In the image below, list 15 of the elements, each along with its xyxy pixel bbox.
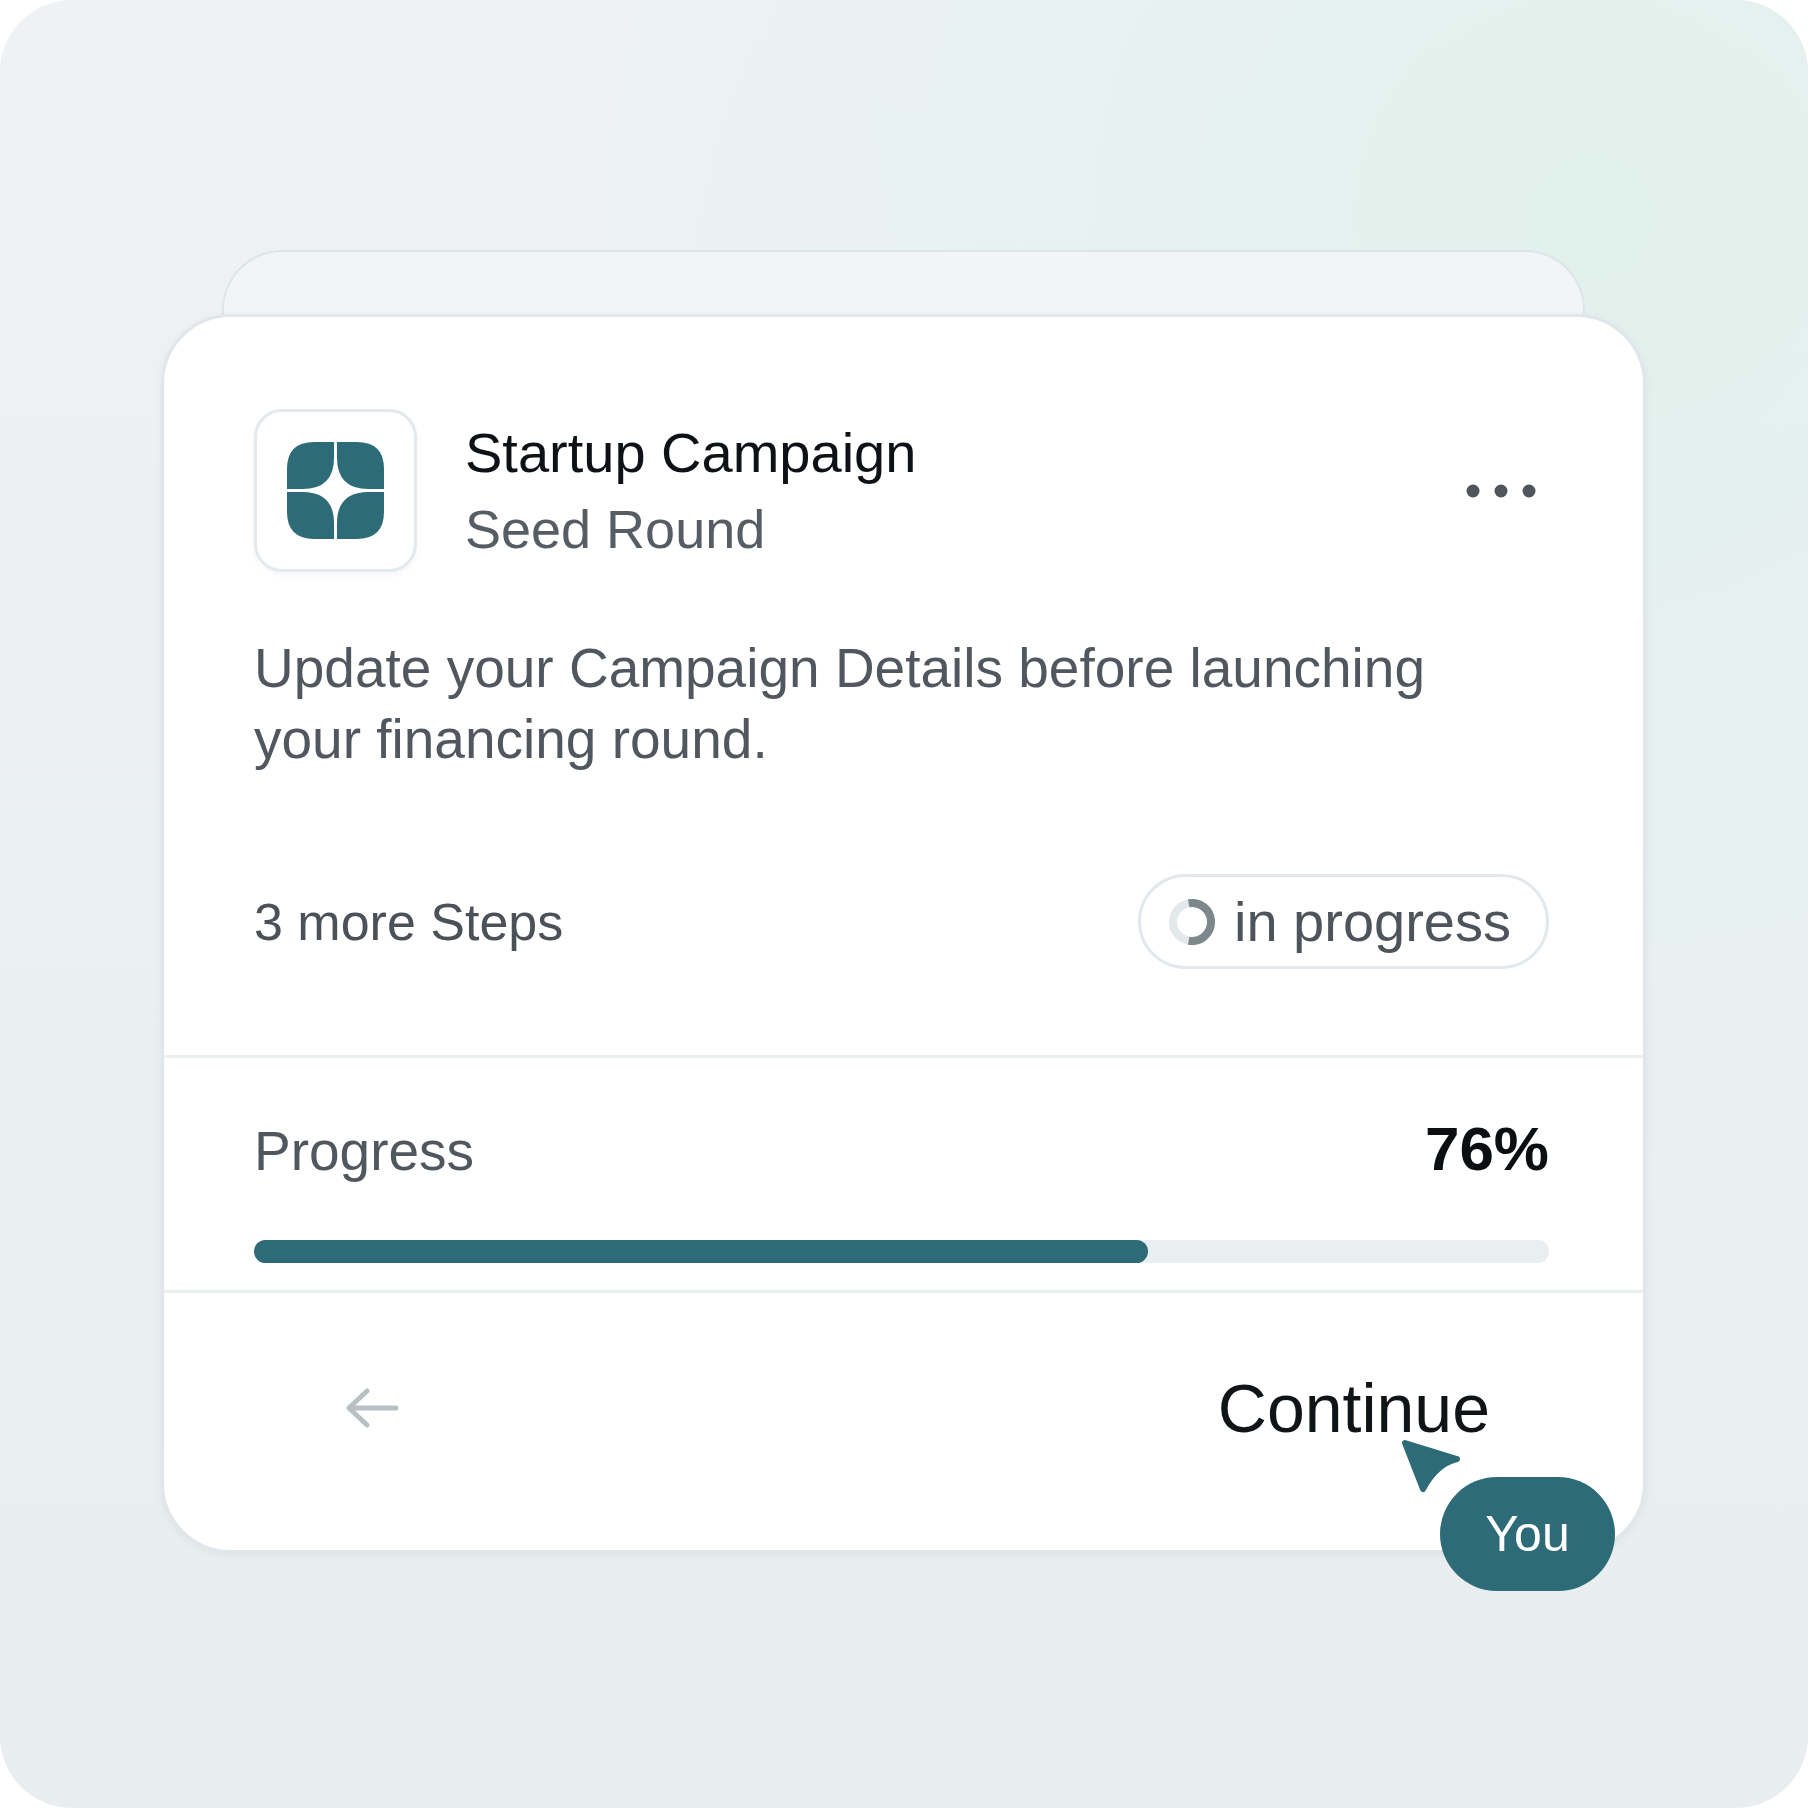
campaign-title: Startup Campaign xyxy=(465,419,917,486)
status-text: in progress xyxy=(1233,889,1511,954)
logo-icon xyxy=(254,409,417,572)
description-text: Update your Campaign Details before launching your financing round. xyxy=(254,636,1426,772)
progress-label: Progress xyxy=(254,1119,475,1183)
more-button[interactable] xyxy=(1466,483,1536,498)
remaining-steps-text: 3 more Steps xyxy=(254,891,564,952)
left-arrow-icon xyxy=(344,1388,399,1428)
more-icon xyxy=(1466,483,1536,498)
continue-button[interactable]: Continue xyxy=(1217,1368,1490,1448)
cursor-label: You xyxy=(1440,1477,1615,1591)
spinner-icon xyxy=(1168,898,1215,945)
campaign-subtitle: Seed Round xyxy=(465,497,766,561)
cursor-icon xyxy=(1400,1438,1462,1494)
progress-percent: 76% xyxy=(1424,1113,1549,1184)
